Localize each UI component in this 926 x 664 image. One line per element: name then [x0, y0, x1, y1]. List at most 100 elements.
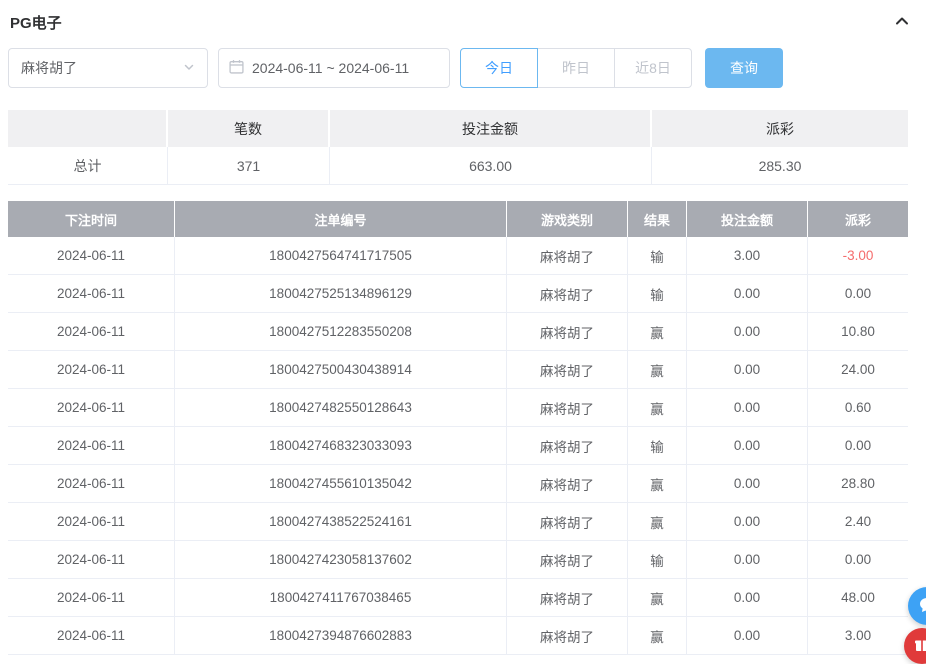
cell-game-type: 麻将胡了: [507, 617, 628, 654]
cell-game-type: 麻将胡了: [507, 351, 628, 388]
cell-order-id: 1800427438522524161: [175, 503, 507, 540]
quick-date-button-group: 今日 昨日 近8日: [460, 48, 692, 88]
cell-result: 输: [628, 541, 687, 578]
table-row: 2024-06-11 1800427468323033093 麻将胡了 输 0.…: [8, 427, 908, 465]
promotion-button[interactable]: [904, 628, 926, 664]
cell-game-type: 麻将胡了: [507, 275, 628, 312]
cell-result: 赢: [628, 313, 687, 350]
quick-button-today[interactable]: 今日: [460, 48, 538, 88]
cell-bet-amount: 0.00: [687, 617, 808, 654]
cell-order-id: 1800427482550128643: [175, 389, 507, 426]
customer-service-icon: [917, 595, 926, 618]
cell-order-id: 1800427455610135042: [175, 465, 507, 502]
game-select-value: 麻将胡了: [21, 58, 77, 78]
table-header-row: 下注时间 注单编号 游戏类别 结果 投注金额 派彩: [8, 201, 908, 237]
cell-payout: 0.00: [808, 541, 908, 578]
cell-game-type: 麻将胡了: [507, 465, 628, 502]
table-row: 2024-06-11 1800427438522524161 麻将胡了 赢 0.…: [8, 503, 908, 541]
cell-order-id: 1800427512283550208: [175, 313, 507, 350]
column-header-bet-time: 下注时间: [8, 201, 175, 237]
date-range-picker[interactable]: 2024-06-11 ~ 2024-06-11: [218, 48, 450, 88]
cell-bet-time: 2024-06-11: [8, 579, 175, 616]
column-header-order-id: 注单编号: [175, 201, 507, 237]
summary-total-row: 总计 371 663.00 285.30: [8, 147, 908, 185]
cell-order-id: 1800427394876602883: [175, 617, 507, 654]
cell-bet-amount: 0.00: [687, 389, 808, 426]
cell-payout: 28.80: [808, 465, 908, 502]
quick-button-yesterday[interactable]: 昨日: [537, 48, 615, 88]
summary-total-count: 371: [168, 147, 330, 184]
date-range-value: 2024-06-11 ~ 2024-06-11: [252, 60, 409, 76]
summary-total-bet-amount: 663.00: [330, 147, 652, 184]
summary-header-bet-amount: 投注金额: [330, 110, 652, 147]
table-row: 2024-06-11 1800427423058137602 麻将胡了 输 0.…: [8, 541, 908, 579]
game-select[interactable]: 麻将胡了: [8, 48, 208, 88]
cell-order-id: 1800427564741717505: [175, 237, 507, 274]
cell-game-type: 麻将胡了: [507, 541, 628, 578]
cell-result: 赢: [628, 389, 687, 426]
cell-payout: 2.40: [808, 503, 908, 540]
table-row: 2024-06-11 1800427482550128643 麻将胡了 赢 0.…: [8, 389, 908, 427]
cell-bet-amount: 0.00: [687, 503, 808, 540]
cell-payout: 3.00: [808, 617, 908, 654]
table-row: 2024-06-11 1800427525134896129 麻将胡了 输 0.…: [8, 275, 908, 313]
summary-total-label: 总计: [8, 147, 168, 184]
cell-bet-amount: 0.00: [687, 351, 808, 388]
cell-payout: 10.80: [808, 313, 908, 350]
bet-records-table: 下注时间 注单编号 游戏类别 结果 投注金额 派彩 2024-06-11 180…: [8, 201, 908, 655]
cell-result: 输: [628, 427, 687, 464]
cell-bet-time: 2024-06-11: [8, 313, 175, 350]
cell-game-type: 麻将胡了: [507, 503, 628, 540]
cell-order-id: 1800427500430438914: [175, 351, 507, 388]
cell-bet-amount: 0.00: [687, 579, 808, 616]
summary-header-count: 笔数: [168, 110, 330, 147]
cell-payout: 48.00: [808, 579, 908, 616]
cell-game-type: 麻将胡了: [507, 237, 628, 274]
collapse-button[interactable]: [890, 9, 914, 36]
table-row: 2024-06-11 1800427512283550208 麻将胡了 赢 0.…: [8, 313, 908, 351]
cell-payout: 0.00: [808, 427, 908, 464]
panel-header: PG电子: [8, 0, 918, 44]
cell-result: 赢: [628, 579, 687, 616]
table-row: 2024-06-11 1800427500430438914 麻将胡了 赢 0.…: [8, 351, 908, 389]
filter-bar: 麻将胡了 2024-06-11 ~ 2024-06-11 今日 昨日 近8日 查…: [8, 48, 918, 88]
cell-bet-amount: 0.00: [687, 313, 808, 350]
cell-bet-time: 2024-06-11: [8, 389, 175, 426]
cell-result: 赢: [628, 503, 687, 540]
cell-game-type: 麻将胡了: [507, 579, 628, 616]
column-header-result: 结果: [628, 201, 687, 237]
table-body: 2024-06-11 1800427564741717505 麻将胡了 输 3.…: [8, 237, 908, 655]
table-row: 2024-06-11 1800427564741717505 麻将胡了 输 3.…: [8, 237, 908, 275]
cell-result: 赢: [628, 465, 687, 502]
summary-header-payout: 派彩: [652, 110, 908, 147]
cell-order-id: 1800427411767038465: [175, 579, 507, 616]
search-button[interactable]: 查询: [705, 48, 783, 88]
cell-bet-amount: 0.00: [687, 541, 808, 578]
cell-order-id: 1800427525134896129: [175, 275, 507, 312]
cell-bet-time: 2024-06-11: [8, 541, 175, 578]
summary-total-payout: 285.30: [652, 147, 908, 184]
cell-payout: 0.00: [808, 275, 908, 312]
table-row: 2024-06-11 1800427394876602883 麻将胡了 赢 0.…: [8, 617, 908, 655]
summary-table: 笔数 投注金额 派彩 总计 371 663.00 285.30: [8, 110, 908, 185]
cell-payout: -3.00: [808, 237, 908, 274]
cell-bet-time: 2024-06-11: [8, 237, 175, 274]
cell-game-type: 麻将胡了: [507, 313, 628, 350]
chevron-up-icon: [894, 13, 910, 32]
column-header-payout: 派彩: [808, 201, 908, 237]
cell-result: 输: [628, 275, 687, 312]
table-row: 2024-06-11 1800427411767038465 麻将胡了 赢 0.…: [8, 579, 908, 617]
calendar-icon: [229, 59, 244, 77]
column-header-game-type: 游戏类别: [507, 201, 628, 237]
cell-bet-time: 2024-06-11: [8, 427, 175, 464]
cell-bet-time: 2024-06-11: [8, 275, 175, 312]
page-title: PG电子: [10, 12, 62, 33]
cell-game-type: 麻将胡了: [507, 427, 628, 464]
cell-bet-time: 2024-06-11: [8, 465, 175, 502]
column-header-bet-amount: 投注金额: [687, 201, 808, 237]
cell-bet-amount: 0.00: [687, 427, 808, 464]
cell-payout: 24.00: [808, 351, 908, 388]
summary-header-blank: [8, 110, 168, 147]
table-row: 2024-06-11 1800427455610135042 麻将胡了 赢 0.…: [8, 465, 908, 503]
quick-button-last-8-days[interactable]: 近8日: [614, 48, 692, 88]
